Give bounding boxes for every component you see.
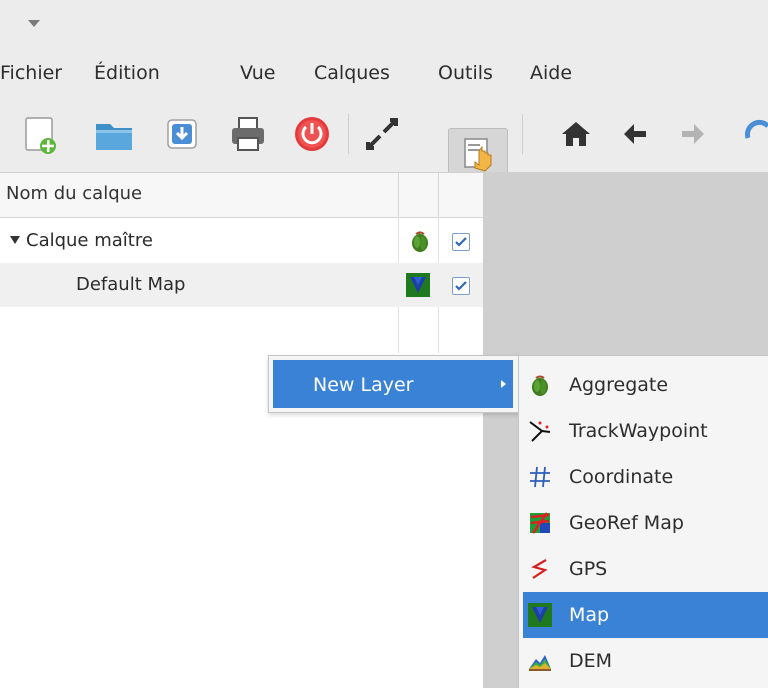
context-menu: New Layer	[268, 355, 520, 413]
back-icon[interactable]	[614, 112, 658, 156]
submenu-item-aggregate[interactable]: Aggregate	[523, 362, 768, 408]
open-folder-icon[interactable]	[92, 112, 136, 156]
save-icon[interactable]	[160, 112, 204, 156]
expand-triangle-icon[interactable]	[10, 236, 20, 244]
forward-icon[interactable]	[670, 112, 714, 156]
aggregate-icon	[408, 229, 432, 253]
new-layer-menu-item[interactable]: New Layer	[273, 360, 513, 408]
map-icon	[528, 603, 552, 627]
menu-aide[interactable]: Aide	[530, 62, 572, 84]
layer-visible-checkbox[interactable]	[452, 277, 470, 295]
window-menu-arrow-icon[interactable]	[28, 20, 40, 27]
menu-outils[interactable]: Outils	[438, 62, 493, 84]
fullscreen-icon[interactable]	[360, 112, 404, 156]
submenu-item-map[interactable]: Map	[523, 592, 768, 638]
aggregate-icon	[528, 373, 552, 397]
submenu-label: Coordinate	[569, 466, 674, 488]
gps-icon	[528, 557, 552, 581]
home-icon[interactable]	[554, 112, 598, 156]
submenu-item-gps[interactable]: GPS	[523, 546, 768, 592]
column-separator	[438, 173, 439, 217]
map-icon	[406, 273, 430, 297]
trackwaypoint-icon	[528, 419, 552, 443]
new-icon[interactable]	[18, 112, 62, 156]
submenu-arrow-icon	[501, 380, 506, 388]
new-layer-submenu: Aggregate TrackWaypoint Coordinate GeoRe…	[518, 355, 768, 688]
georef-map-icon	[528, 511, 552, 535]
submenu-label: Aggregate	[569, 374, 669, 396]
layer-name-column-header[interactable]: Nom du calque	[6, 183, 142, 204]
window-top-area	[0, 0, 768, 120]
power-icon[interactable]	[290, 112, 334, 156]
menu-calques[interactable]: Calques	[314, 62, 390, 84]
dem-icon	[528, 649, 552, 673]
layers-panel: Nom du calque Calque maître Default Map	[0, 172, 483, 688]
submenu-item-georef-map[interactable]: GeoRef Map	[523, 500, 768, 546]
coordinate-icon	[528, 465, 552, 489]
submenu-label: Map	[569, 604, 610, 626]
new-layer-label: New Layer	[313, 374, 414, 396]
menu-vue[interactable]: Vue	[240, 62, 275, 84]
submenu-label: TrackWaypoint	[569, 420, 708, 442]
toolbar-separator	[522, 114, 523, 154]
menu-fichier[interactable]: Fichier	[0, 62, 62, 84]
submenu-item-dem[interactable]: DEM	[523, 638, 768, 684]
layer-visible-checkbox[interactable]	[452, 233, 470, 251]
layers-header: Nom du calque	[0, 173, 483, 218]
submenu-label: GeoRef Map	[569, 512, 684, 534]
menu-edition[interactable]: Édition	[94, 62, 160, 84]
submenu-item-trackwaypoint[interactable]: TrackWaypoint	[523, 408, 768, 454]
refresh-icon[interactable]	[736, 112, 768, 156]
toolbar-separator	[348, 114, 349, 154]
layer-row[interactable]: Calque maître	[0, 219, 483, 263]
layer-row[interactable]: Default Map	[0, 263, 483, 307]
column-separator	[398, 173, 399, 217]
layer-name: Default Map	[76, 274, 186, 295]
submenu-label: DEM	[569, 650, 613, 672]
submenu-item-coordinate[interactable]: Coordinate	[523, 454, 768, 500]
print-icon[interactable]	[226, 112, 270, 156]
layer-name: Calque maître	[26, 230, 153, 251]
submenu-label: GPS	[569, 558, 608, 580]
